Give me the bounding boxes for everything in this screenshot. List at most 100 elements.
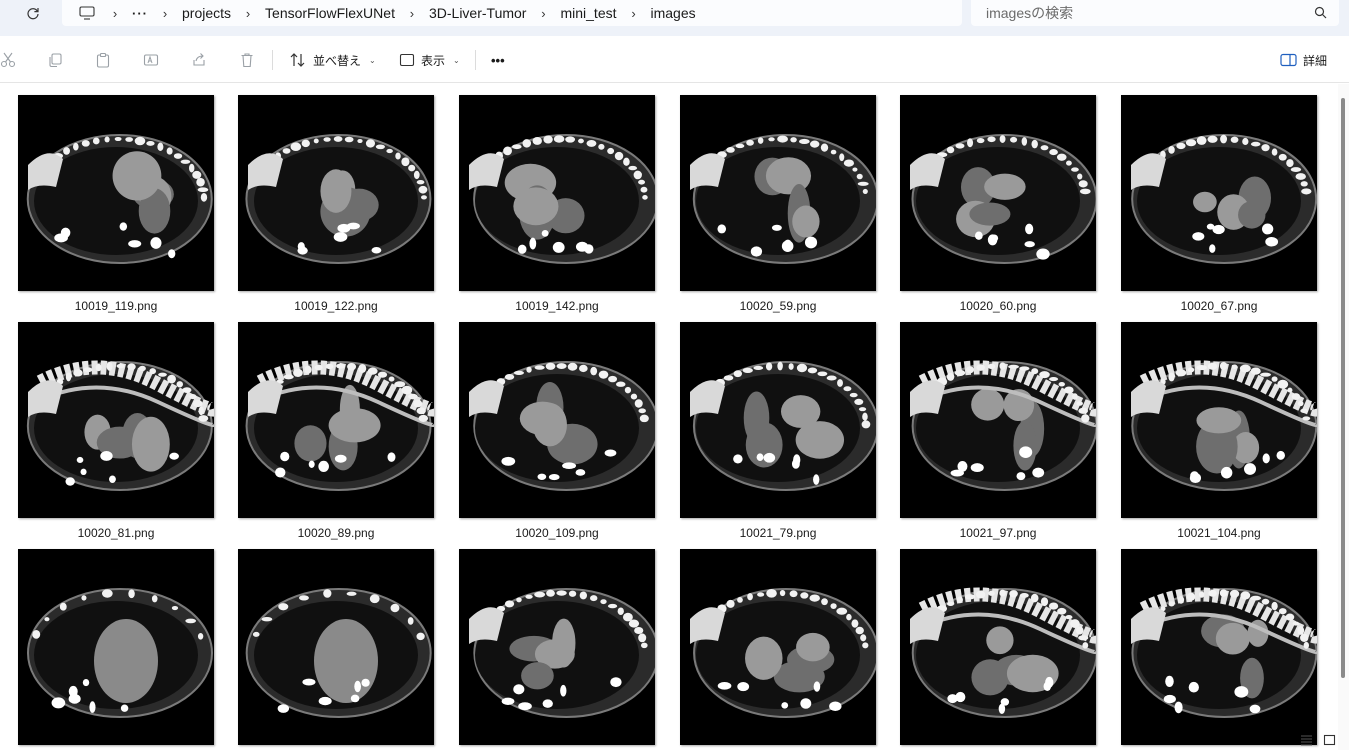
scrollbar-thumb[interactable] xyxy=(1341,98,1345,678)
command-bar: 並べ替え ⌄ 表示 ⌄ ••• 詳細 xyxy=(0,36,1349,83)
ct-scan-image xyxy=(690,361,876,491)
view-button[interactable]: 表示 ⌄ xyxy=(399,48,460,72)
refresh-button[interactable] xyxy=(20,2,46,24)
file-name[interactable]: 10019_142.png xyxy=(459,299,655,313)
file-thumbnail[interactable] xyxy=(238,549,434,745)
file-name[interactable]: 10021_104.png xyxy=(1121,526,1317,540)
file-name[interactable]: 10020_59.png xyxy=(680,299,876,313)
sort-button[interactable]: 並べ替え ⌄ xyxy=(289,48,376,72)
delete-button[interactable] xyxy=(235,48,259,72)
file-tile[interactable] xyxy=(900,549,1096,745)
file-tile[interactable]: 10020_81.png xyxy=(18,322,214,540)
chevron-right-icon[interactable]: › xyxy=(158,6,172,21)
file-thumbnail[interactable] xyxy=(238,95,434,291)
file-tile[interactable]: 10021_104.png xyxy=(1121,322,1317,540)
ct-scan-image xyxy=(469,134,655,264)
breadcrumb-3d-liver-tumor[interactable]: 3D-Liver-Tumor xyxy=(429,5,527,21)
file-tile[interactable]: 10019_122.png xyxy=(238,95,434,313)
chevron-down-icon: ⌄ xyxy=(369,55,376,65)
chevron-right-icon[interactable]: › xyxy=(627,6,641,21)
share-button[interactable] xyxy=(187,48,211,72)
file-thumbnail[interactable] xyxy=(680,549,876,745)
file-thumbnail[interactable] xyxy=(900,95,1096,291)
rename-button[interactable] xyxy=(139,48,163,72)
file-tile[interactable] xyxy=(1121,549,1317,745)
chevron-right-icon[interactable]: › xyxy=(536,6,550,21)
file-tile[interactable]: 10019_119.png xyxy=(18,95,214,313)
file-tile[interactable]: 10020_67.png xyxy=(1121,95,1317,313)
file-thumbnail[interactable] xyxy=(1121,549,1317,745)
file-thumbnail[interactable] xyxy=(900,549,1096,745)
file-name[interactable]: 10020_81.png xyxy=(18,526,214,540)
file-name[interactable]: 10019_119.png xyxy=(18,299,214,313)
delete-icon xyxy=(241,53,253,68)
chevron-right-icon[interactable]: › xyxy=(108,6,122,21)
file-thumbnail[interactable] xyxy=(18,95,214,291)
ct-scan-image xyxy=(245,588,432,718)
file-thumbnail[interactable] xyxy=(459,95,655,291)
ct-scan-image xyxy=(910,134,1096,264)
file-name[interactable]: 10021_97.png xyxy=(900,526,1096,540)
sort-icon xyxy=(290,53,305,67)
search-icon[interactable] xyxy=(1314,6,1327,19)
file-thumbnail[interactable] xyxy=(1121,322,1317,518)
cut-button[interactable] xyxy=(0,48,20,72)
file-thumbnail[interactable] xyxy=(459,549,655,745)
file-tile[interactable] xyxy=(459,549,655,745)
chevron-down-icon: ⌄ xyxy=(453,55,460,65)
file-tile[interactable]: 10021_97.png xyxy=(900,322,1096,540)
search-input[interactable] xyxy=(986,5,1286,21)
file-tile[interactable]: 10020_59.png xyxy=(680,95,876,313)
file-tile[interactable]: 10020_89.png xyxy=(238,322,434,540)
ct-scan-image xyxy=(469,588,655,718)
file-thumbnail[interactable] xyxy=(1121,95,1317,291)
file-thumbnail[interactable] xyxy=(459,322,655,518)
breadcrumb-images[interactable]: images xyxy=(651,5,696,21)
file-thumbnail[interactable] xyxy=(18,549,214,745)
file-name[interactable]: 10020_109.png xyxy=(459,526,655,540)
more-icon: ••• xyxy=(491,52,505,68)
chevron-right-icon[interactable]: › xyxy=(405,6,419,21)
tile-view-icon[interactable] xyxy=(1323,734,1336,746)
search-box[interactable] xyxy=(971,0,1339,26)
copy-button[interactable] xyxy=(43,48,67,72)
breadcrumb-projects[interactable]: projects xyxy=(182,5,231,21)
ct-scan-image xyxy=(910,587,1096,718)
ct-scan-image xyxy=(245,360,434,491)
file-tile[interactable] xyxy=(18,549,214,745)
vertical-scrollbar[interactable] xyxy=(1338,84,1349,750)
refresh-icon xyxy=(27,8,39,20)
ct-scan-image xyxy=(690,134,876,264)
file-thumbnail[interactable] xyxy=(900,322,1096,518)
ct-scan-image xyxy=(1131,360,1317,491)
breadcrumb-mini-test[interactable]: mini_test xyxy=(560,5,616,21)
file-name[interactable]: 10020_89.png xyxy=(238,526,434,540)
ct-scan-image xyxy=(26,134,213,264)
computer-icon[interactable] xyxy=(76,0,98,26)
file-tile[interactable] xyxy=(680,549,876,745)
breadcrumb-overflow[interactable]: ··· xyxy=(132,6,148,21)
file-name[interactable]: 10020_60.png xyxy=(900,299,1096,313)
breadcrumb-tensorflowflexunet[interactable]: TensorFlowFlexUNet xyxy=(265,5,395,21)
file-name[interactable]: 10020_67.png xyxy=(1121,299,1317,313)
file-tile[interactable]: 10021_79.png xyxy=(680,322,876,540)
file-thumbnail[interactable] xyxy=(680,322,876,518)
details-pane-button[interactable]: 詳細 xyxy=(1280,48,1327,72)
file-thumbnail[interactable] xyxy=(680,95,876,291)
view-label: 表示 xyxy=(421,53,446,68)
paste-button[interactable] xyxy=(91,48,115,72)
ct-scan-image xyxy=(469,361,655,491)
chevron-right-icon[interactable]: › xyxy=(241,6,255,21)
file-tile[interactable]: 10020_109.png xyxy=(459,322,655,540)
file-tile[interactable]: 10019_142.png xyxy=(459,95,655,313)
file-tile[interactable] xyxy=(238,549,434,745)
more-options-button[interactable]: ••• xyxy=(491,48,505,72)
file-thumbnail[interactable] xyxy=(18,322,214,518)
file-name[interactable]: 10019_122.png xyxy=(238,299,434,313)
file-tile[interactable]: 10020_60.png xyxy=(900,95,1096,313)
file-name[interactable]: 10021_79.png xyxy=(680,526,876,540)
address-bar-row: › ··· › projects › TensorFlowFlexUNet › … xyxy=(0,0,1349,36)
list-view-icon[interactable] xyxy=(1300,734,1313,746)
address-bar[interactable]: › ··· › projects › TensorFlowFlexUNet › … xyxy=(62,0,962,26)
file-thumbnail[interactable] xyxy=(238,322,434,518)
